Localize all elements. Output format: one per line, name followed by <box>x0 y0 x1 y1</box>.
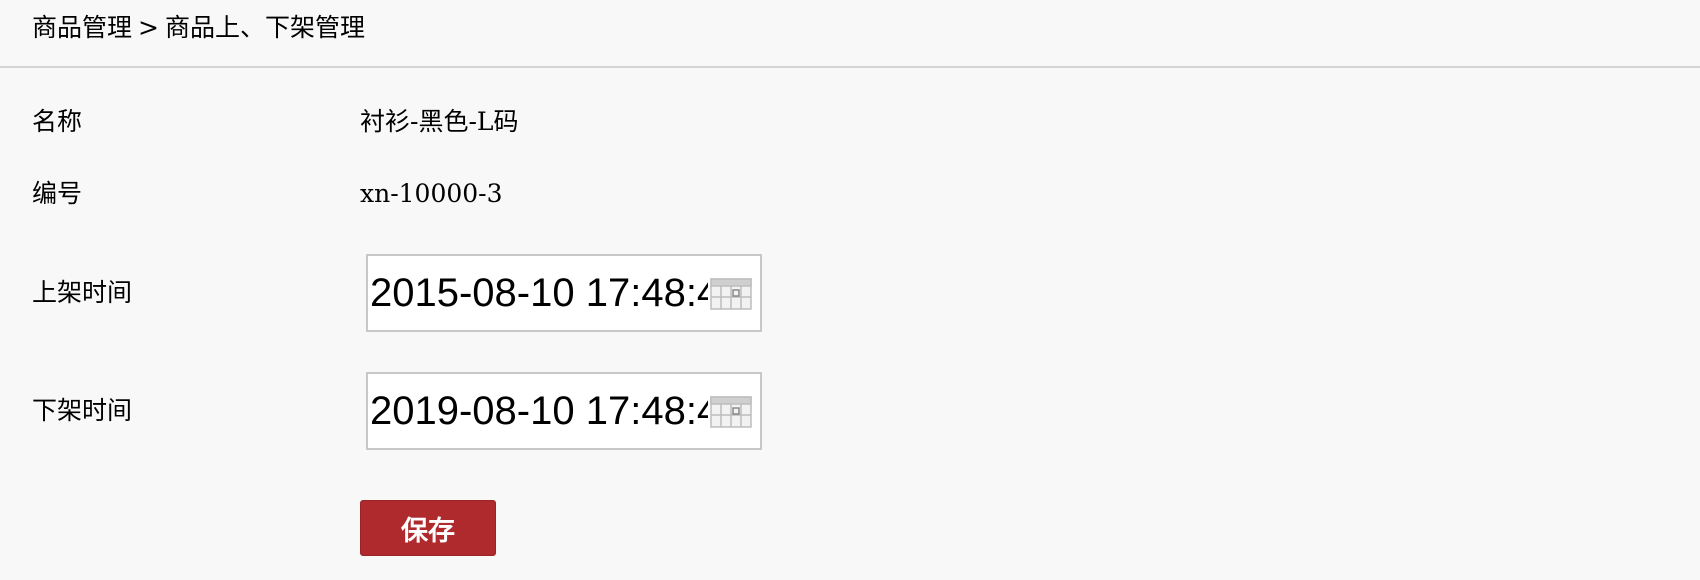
end-time-row: 下架时间 2019-08-10 17:48:4 <box>32 372 762 450</box>
breadcrumb-parent[interactable]: 商品管理 <box>32 10 132 46</box>
name-row: 名称 衬衫-黑色-L码 <box>32 104 519 140</box>
code-row: 编号 xn-10000-3 <box>32 176 503 212</box>
code-value: xn-10000-3 <box>360 179 503 208</box>
breadcrumb-separator: > <box>138 13 159 42</box>
start-time-row: 上架时间 2015-08-10 17:48:4 <box>32 254 762 332</box>
breadcrumb: 商品管理 > 商品上、下架管理 <box>32 10 365 46</box>
breadcrumb-current: 商品上、下架管理 <box>164 13 365 42</box>
name-value: 衬衫-黑色-L码 <box>360 107 519 136</box>
save-button[interactable]: 保存 <box>360 500 496 556</box>
end-time-label: 下架时间 <box>32 396 133 425</box>
page-header: 商品管理 > 商品上、下架管理 <box>0 0 1700 68</box>
end-time-value[interactable]: 2019-08-10 17:48:4 <box>368 374 708 448</box>
start-time-input[interactable]: 2015-08-10 17:48:4 <box>366 254 762 332</box>
calendar-icon[interactable] <box>710 278 752 310</box>
code-label: 编号 <box>32 179 83 208</box>
start-time-value[interactable]: 2015-08-10 17:48:4 <box>368 256 708 330</box>
name-label: 名称 <box>32 107 83 136</box>
end-time-input[interactable]: 2019-08-10 17:48:4 <box>366 372 762 450</box>
start-time-label: 上架时间 <box>32 278 133 307</box>
calendar-icon[interactable] <box>710 396 752 428</box>
